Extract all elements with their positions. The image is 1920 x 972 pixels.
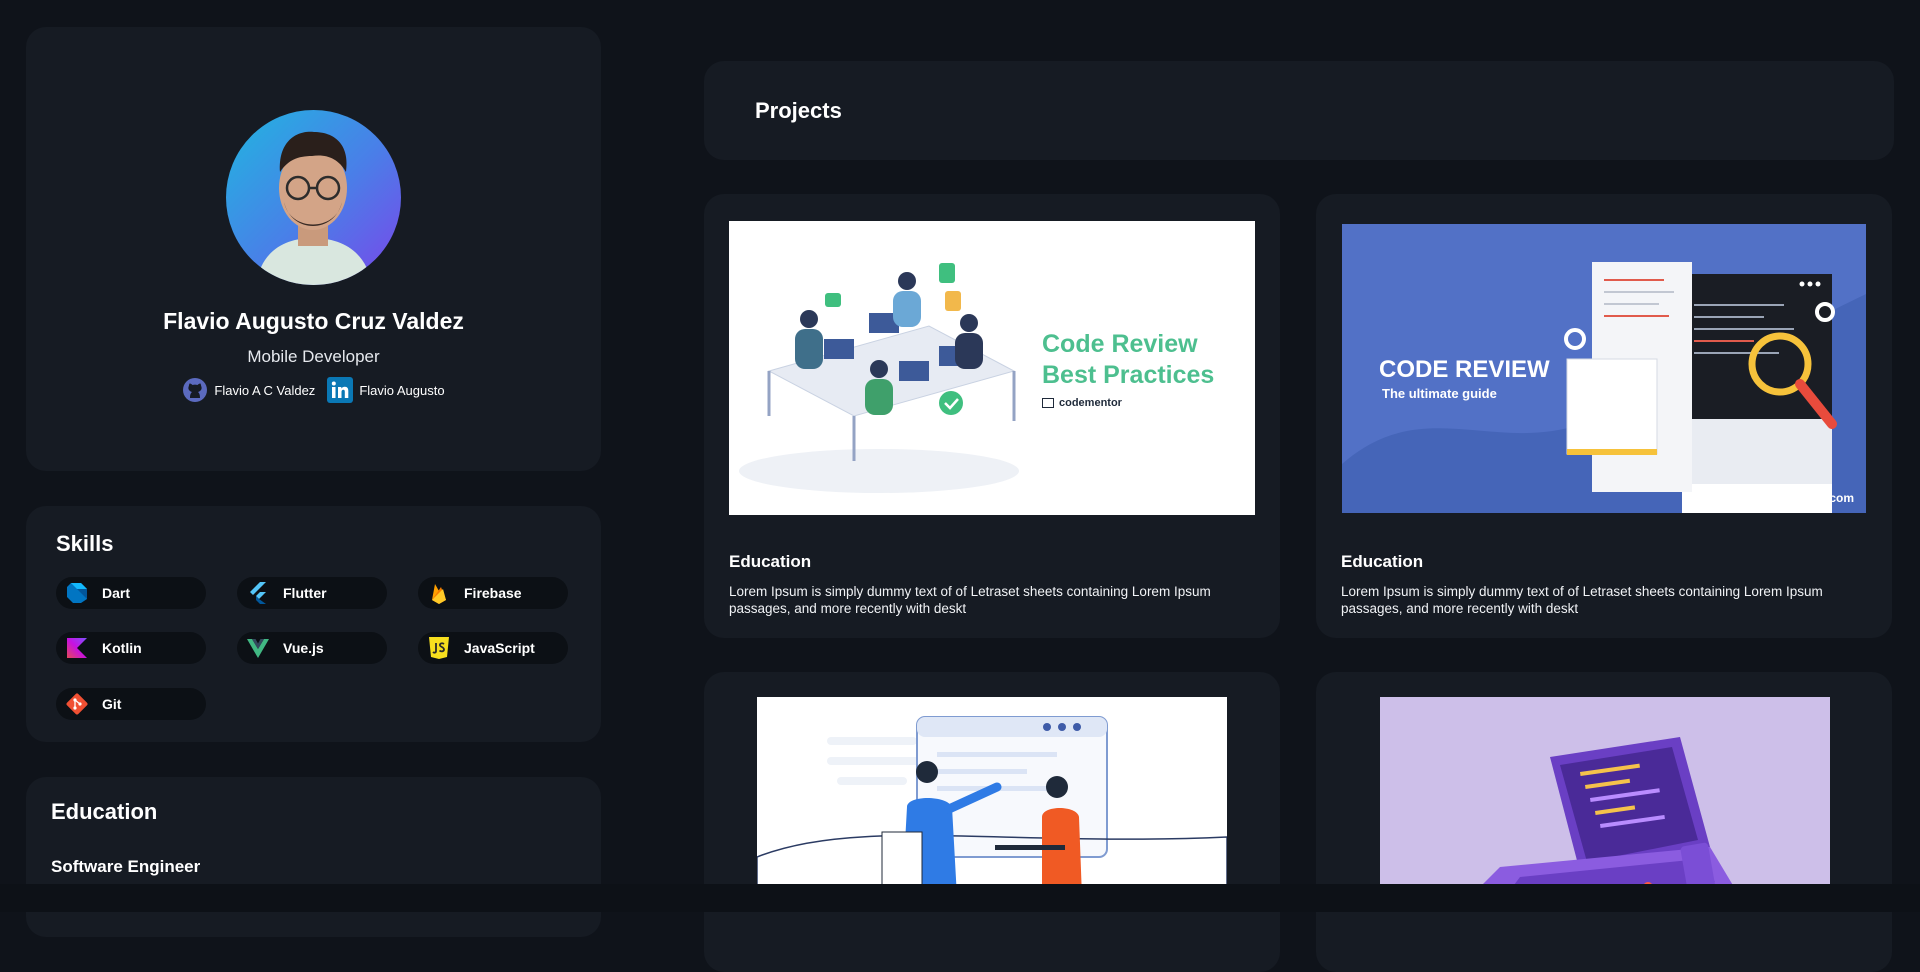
projects-header: Projects	[704, 61, 1894, 160]
project-title: Education	[729, 552, 812, 571]
education-title: Education	[51, 799, 158, 824]
skill-label: Firebase	[464, 585, 522, 601]
bottom-strip	[0, 884, 1920, 912]
github-label: Flavio A C Valdez	[214, 382, 316, 398]
project-description: Lorem Ipsum is simply dummy text of of L…	[1341, 584, 1823, 616]
skills-title: Skills	[56, 531, 114, 556]
linkedin-link[interactable]: Flavio Augusto	[327, 377, 445, 403]
profile-name: Flavio Augusto Cruz Valdez	[163, 308, 464, 334]
skills-card: Skills Dart Flutter Firebase Kotlin Vue.…	[26, 506, 601, 742]
project-thumbnail[interactable]: CODE REVIEW The ultimate guide assafelov…	[1342, 224, 1866, 513]
project-card[interactable]: CODE REVIEW The ultimate guide assafelov…	[1316, 194, 1892, 638]
kotlin-icon	[64, 635, 90, 661]
project-thumbnail[interactable]	[1380, 697, 1830, 897]
projects-title: Projects	[755, 98, 842, 123]
skill-chip-flutter[interactable]: Flutter	[237, 577, 387, 609]
linkedin-icon	[327, 377, 354, 403]
skill-label: Git	[102, 696, 122, 712]
thumb-heading-line2: Best Practices	[1042, 361, 1215, 389]
project-card[interactable]: Code Review Best Practices codementor Ed…	[704, 194, 1280, 638]
skill-chip-kotlin[interactable]: Kotlin	[56, 632, 206, 664]
project-description: Lorem Ipsum is simply dummy text of of L…	[729, 584, 1211, 616]
project-title: Education	[1341, 552, 1424, 571]
project-card[interactable]	[1316, 672, 1892, 972]
skill-label: Dart	[102, 585, 131, 601]
profile-role: Mobile Developer	[247, 347, 380, 366]
project-thumbnail[interactable]	[757, 697, 1227, 897]
codementor-logo-icon	[1042, 398, 1054, 408]
thumb-heading-line1: Code Review	[1042, 330, 1198, 358]
thumb-subheading: The ultimate guide	[1382, 386, 1497, 401]
git-icon	[64, 691, 90, 717]
project-thumbnail[interactable]: Code Review Best Practices codementor	[729, 221, 1255, 515]
education-card: Education Software Engineer	[26, 777, 601, 937]
thumb-brand: codementor	[1059, 397, 1122, 409]
education-degree: Software Engineer	[51, 857, 201, 876]
skill-label: JavaScript	[464, 640, 535, 656]
thumb-heading: CODE REVIEW	[1379, 356, 1550, 383]
dart-icon	[64, 580, 90, 606]
avatar	[226, 110, 401, 285]
avatar-illustration	[256, 131, 372, 285]
javascript-icon	[426, 635, 452, 661]
project-card[interactable]	[704, 672, 1280, 972]
skill-label: Vue.js	[283, 640, 324, 656]
skill-chip-git[interactable]: Git	[56, 688, 206, 720]
thumb-site: assafelovic.com	[1761, 491, 1854, 505]
firebase-icon	[426, 580, 452, 606]
linkedin-label: Flavio Augusto	[359, 382, 445, 398]
social-links: Flavio A C Valdez Flavio Augusto	[26, 377, 601, 403]
github-icon	[182, 377, 208, 403]
skill-label: Kotlin	[102, 640, 142, 656]
skill-chip-vue[interactable]: Vue.js	[237, 632, 387, 664]
profile-card: Flavio Augusto Cruz Valdez Mobile Develo…	[26, 27, 601, 471]
skill-chip-firebase[interactable]: Firebase	[418, 577, 568, 609]
flutter-icon	[245, 580, 271, 606]
skill-chip-dart[interactable]: Dart	[56, 577, 206, 609]
github-link[interactable]: Flavio A C Valdez	[182, 377, 315, 403]
skill-label: Flutter	[283, 585, 327, 601]
skill-chip-javascript[interactable]: JavaScript	[418, 632, 568, 664]
presentation-illustration	[757, 716, 1227, 897]
laptop-illustration	[1470, 737, 1740, 897]
vue-icon	[245, 635, 271, 661]
